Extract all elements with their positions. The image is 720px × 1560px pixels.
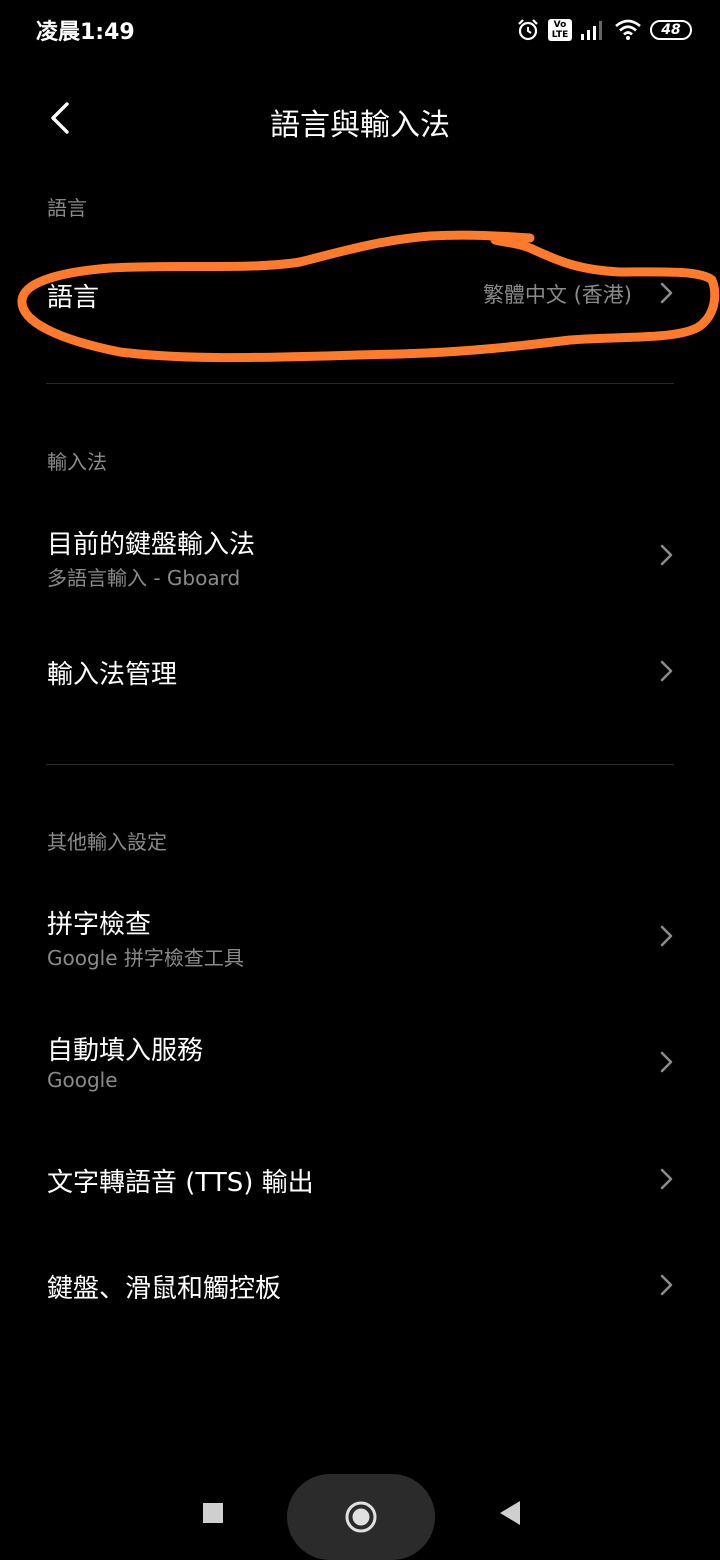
- chevron-right-icon: [660, 925, 673, 947]
- triangle-back-icon: [500, 1501, 520, 1525]
- autofill-service-subtitle: Google: [47, 1068, 118, 1092]
- divider: [46, 383, 674, 384]
- section-label-input-method: 輸入法: [47, 450, 107, 474]
- status-time: 凌晨1:49: [36, 20, 135, 45]
- status-icons: Vo LTE 48: [516, 16, 692, 44]
- battery-level: 48: [661, 22, 681, 38]
- wifi-icon: [614, 19, 642, 41]
- home-button[interactable]: [287, 1474, 435, 1560]
- current-keyboard-row[interactable]: 目前的鍵盤輸入法 多語言輸入 - Gboard: [0, 510, 720, 610]
- chevron-right-icon: [660, 282, 673, 304]
- spell-check-title: 拼字檢查: [47, 910, 152, 940]
- header: 語言與輸入法: [0, 80, 720, 160]
- battery-icon: 48: [650, 20, 692, 40]
- chevron-right-icon: [660, 660, 673, 682]
- chevron-right-icon: [660, 1274, 673, 1296]
- keyboard-mouse-trackpad-row[interactable]: 鍵盤、滑鼠和觸控板: [0, 1246, 720, 1326]
- volte-top-label: Vo: [553, 20, 567, 30]
- alarm-icon: [516, 18, 540, 42]
- status-bar: 凌晨1:49 Vo LTE 48: [0, 0, 720, 60]
- language-row[interactable]: 語言 繁體中文 (香港): [0, 255, 720, 335]
- home-circle-icon: [345, 1501, 377, 1533]
- chevron-right-icon: [660, 1051, 673, 1073]
- recents-button[interactable]: [196, 1496, 230, 1530]
- chevron-right-icon: [660, 1168, 673, 1190]
- language-row-value: 繁體中文 (香港): [482, 283, 632, 307]
- spell-check-row[interactable]: 拼字檢查 Google 拼字檢查工具: [0, 890, 720, 990]
- volte-bottom-label: LTE: [551, 30, 569, 40]
- language-row-title: 語言: [47, 283, 100, 313]
- page-title: 語言與輸入法: [270, 108, 450, 143]
- autofill-service-title: 自動填入服務: [47, 1036, 204, 1066]
- back-nav-button[interactable]: [492, 1494, 528, 1532]
- section-label-language: 語言: [47, 196, 87, 220]
- current-keyboard-subtitle: 多語言輸入 - Gboard: [47, 566, 241, 590]
- section-label-other-input: 其他輸入設定: [47, 830, 167, 854]
- current-keyboard-title: 目前的鍵盤輸入法: [47, 530, 256, 560]
- autofill-service-row[interactable]: 自動填入服務 Google: [0, 1016, 720, 1116]
- divider: [46, 764, 674, 765]
- tts-output-title: 文字轉語音 (TTS) 輸出: [47, 1168, 314, 1198]
- spell-check-subtitle: Google 拼字檢查工具: [47, 946, 244, 970]
- annotation-circle: [17, 230, 720, 363]
- volte-icon: Vo LTE: [548, 19, 572, 41]
- navigation-bar: [0, 1470, 720, 1560]
- input-method-management-row[interactable]: 輸入法管理: [0, 630, 720, 714]
- input-method-management-title: 輸入法管理: [47, 660, 178, 690]
- chevron-right-icon: [660, 544, 673, 566]
- signal-icon: [580, 19, 606, 41]
- square-icon: [203, 1503, 223, 1523]
- tts-output-row[interactable]: 文字轉語音 (TTS) 輸出: [0, 1140, 720, 1220]
- keyboard-mouse-trackpad-title: 鍵盤、滑鼠和觸控板: [47, 1274, 282, 1304]
